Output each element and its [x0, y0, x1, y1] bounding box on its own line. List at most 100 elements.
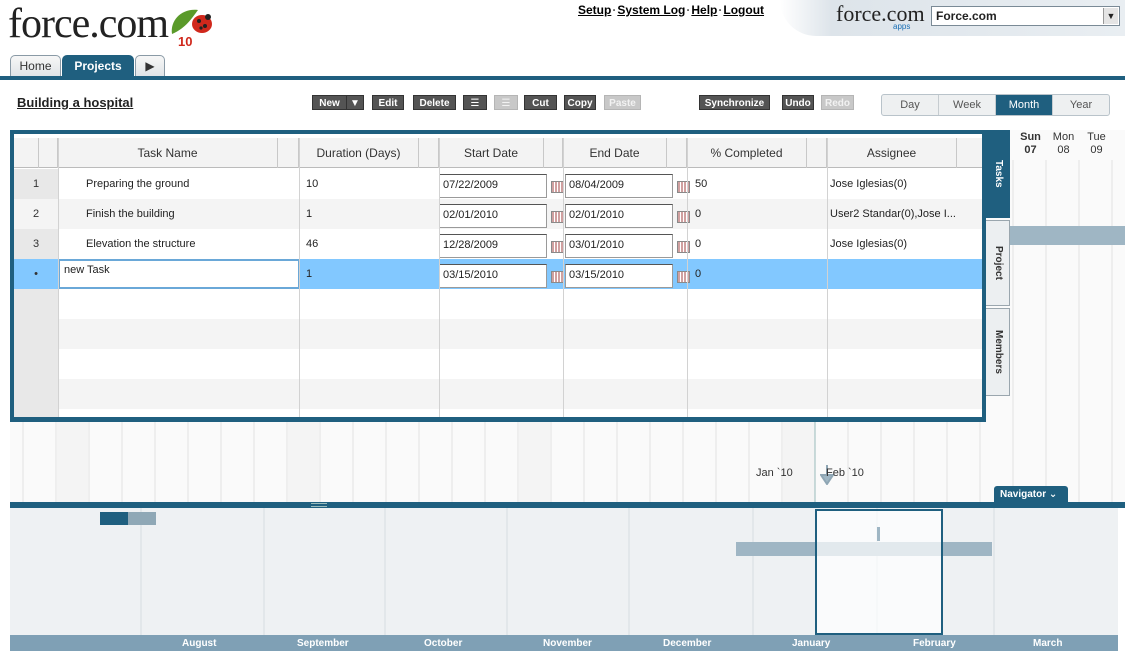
setup-link[interactable]: Setup: [578, 3, 611, 17]
new-button[interactable]: New: [312, 95, 347, 110]
undo-button[interactable]: Undo: [782, 95, 814, 110]
grid-header: Task Name Duration (Days) Start Date End…: [14, 138, 982, 168]
grid-divider: [827, 138, 828, 417]
redo-button[interactable]: Redo: [821, 95, 854, 110]
side-tabs: Tasks Project Members: [986, 130, 1010, 400]
tab-bar-divider: [0, 76, 1125, 80]
new-dropdown-button[interactable]: ▼: [346, 95, 364, 110]
col-assignee[interactable]: Assignee: [827, 138, 957, 168]
rownum-gutter: [14, 319, 58, 417]
table-row[interactable]: 3 Elevation the structure 46 12/28/2009 …: [14, 229, 982, 259]
assignee-cell[interactable]: Jose Iglesias(0): [830, 169, 907, 199]
calendar-icon[interactable]: [677, 181, 690, 193]
task-grid-panel: Task Name Duration (Days) Start Date End…: [10, 130, 986, 422]
duration-cell[interactable]: 10: [306, 169, 318, 199]
grid-divider: [299, 138, 300, 417]
date-col-1: Mon 08: [1052, 131, 1075, 156]
calendar-icon[interactable]: [677, 211, 690, 223]
view-scale-tabs: Day Week Month Year: [881, 94, 1110, 116]
duration-cell[interactable]: 46: [306, 229, 318, 259]
indent-button[interactable]: ☰: [463, 95, 487, 110]
side-tab-tasks[interactable]: Tasks: [986, 130, 1010, 218]
col-sep: [667, 138, 687, 168]
app-selector[interactable]: Force.com ▼: [931, 6, 1120, 26]
view-tab-day[interactable]: Day: [882, 95, 939, 115]
completed-cell[interactable]: 0: [695, 259, 701, 289]
calendar-icon[interactable]: [677, 241, 690, 253]
side-tab-members[interactable]: Members: [986, 308, 1010, 396]
navigator-task-bar: [128, 512, 156, 525]
tab-projects[interactable]: Projects: [62, 55, 134, 77]
col-start-date[interactable]: Start Date: [439, 138, 544, 168]
col-duration[interactable]: Duration (Days): [299, 138, 419, 168]
view-tab-year[interactable]: Year: [1053, 95, 1109, 115]
col-end-date[interactable]: End Date: [563, 138, 667, 168]
duration-cell[interactable]: 1: [306, 199, 312, 229]
splitter-handle[interactable]: [311, 503, 327, 507]
completed-cell[interactable]: 0: [695, 229, 701, 259]
col-sep: [278, 138, 299, 168]
completed-cell[interactable]: 0: [695, 199, 701, 229]
copy-button[interactable]: Copy: [564, 95, 596, 110]
outdent-button[interactable]: ☰: [494, 95, 518, 110]
col-rownum-header: [14, 138, 39, 168]
start-date-field[interactable]: 03/15/2010: [439, 264, 547, 288]
paste-button[interactable]: Paste: [604, 95, 641, 110]
end-date-field[interactable]: 03/01/2010: [565, 234, 673, 258]
help-link[interactable]: Help: [691, 3, 717, 17]
cut-button[interactable]: Cut: [524, 95, 557, 110]
completed-cell[interactable]: 50: [695, 169, 707, 199]
navigator-milestone: [877, 527, 880, 541]
brand-apps-label: apps: [893, 22, 911, 31]
start-date-field[interactable]: 02/01/2010: [439, 204, 547, 228]
task-name-input[interactable]: new Task: [58, 259, 300, 289]
col-sep: [544, 138, 563, 168]
col-completed[interactable]: % Completed: [687, 138, 807, 168]
assignee-cell[interactable]: Jose Iglesias(0): [830, 229, 907, 259]
table-row[interactable]: 1 Preparing the ground 10 07/22/2009 08/…: [14, 169, 982, 199]
end-date-field[interactable]: 03/15/2010: [565, 264, 673, 288]
delete-button[interactable]: Delete: [413, 95, 456, 110]
calendar-icon[interactable]: [677, 271, 690, 283]
empty-row: [14, 379, 982, 409]
navigator-overview[interactable]: [10, 508, 1118, 635]
col-sep: [957, 138, 982, 168]
end-date-field[interactable]: 02/01/2010: [565, 204, 673, 228]
edit-button[interactable]: Edit: [372, 95, 404, 110]
task-name-cell[interactable]: Preparing the ground: [86, 169, 189, 199]
page: force.com 10 Setup·System Log·Help·Logou…: [0, 0, 1125, 660]
tab-more-button[interactable]: ▶: [135, 55, 165, 77]
date-col-2: Tue 09: [1087, 131, 1106, 156]
system-log-link[interactable]: System Log: [617, 3, 685, 17]
project-title[interactable]: Building a hospital: [17, 95, 133, 110]
view-tab-week[interactable]: Week: [939, 95, 996, 115]
view-tab-month[interactable]: Month: [996, 95, 1053, 115]
col-sep: [807, 138, 827, 168]
col-sep: [419, 138, 439, 168]
duration-cell[interactable]: 1: [306, 259, 312, 289]
gantt-date-header: Sun 07 Mon 08 Tue 09: [1014, 131, 1125, 161]
table-row[interactable]: 2 Finish the building 1 02/01/2010 02/01…: [14, 199, 982, 229]
navigator-month-axis: August September October November Decemb…: [10, 635, 1118, 651]
navigator-toggle[interactable]: Navigator ⌄: [994, 486, 1068, 503]
row-number: 3: [32, 238, 40, 250]
end-date-field[interactable]: 08/04/2009: [565, 174, 673, 198]
logout-link[interactable]: Logout: [723, 3, 764, 17]
row-number: 2: [32, 208, 40, 220]
grid-divider: [687, 138, 688, 417]
start-date-field[interactable]: 12/28/2009: [439, 234, 547, 258]
chevron-down-icon: ⌄: [1048, 489, 1058, 500]
navigator-viewport-window[interactable]: [815, 509, 943, 635]
task-name-cell[interactable]: Elevation the structure: [86, 229, 195, 259]
header: force.com 10 Setup·System Log·Help·Logou…: [0, 0, 1125, 80]
task-name-cell[interactable]: Finish the building: [86, 199, 175, 229]
assignee-cell[interactable]: User2 Standar(0),Jose I...: [830, 199, 980, 229]
start-date-field[interactable]: 07/22/2009: [439, 174, 547, 198]
indent-icon: ☰: [470, 98, 480, 109]
synchronize-button[interactable]: Synchronize: [699, 95, 770, 110]
table-row-selected[interactable]: • new Task 1 03/15/2010 03/15/2010 0: [14, 259, 982, 289]
side-tab-project[interactable]: Project: [986, 220, 1010, 306]
tab-home[interactable]: Home: [10, 55, 61, 77]
col-select-header: [39, 138, 58, 168]
col-task-name[interactable]: Task Name: [58, 138, 278, 168]
